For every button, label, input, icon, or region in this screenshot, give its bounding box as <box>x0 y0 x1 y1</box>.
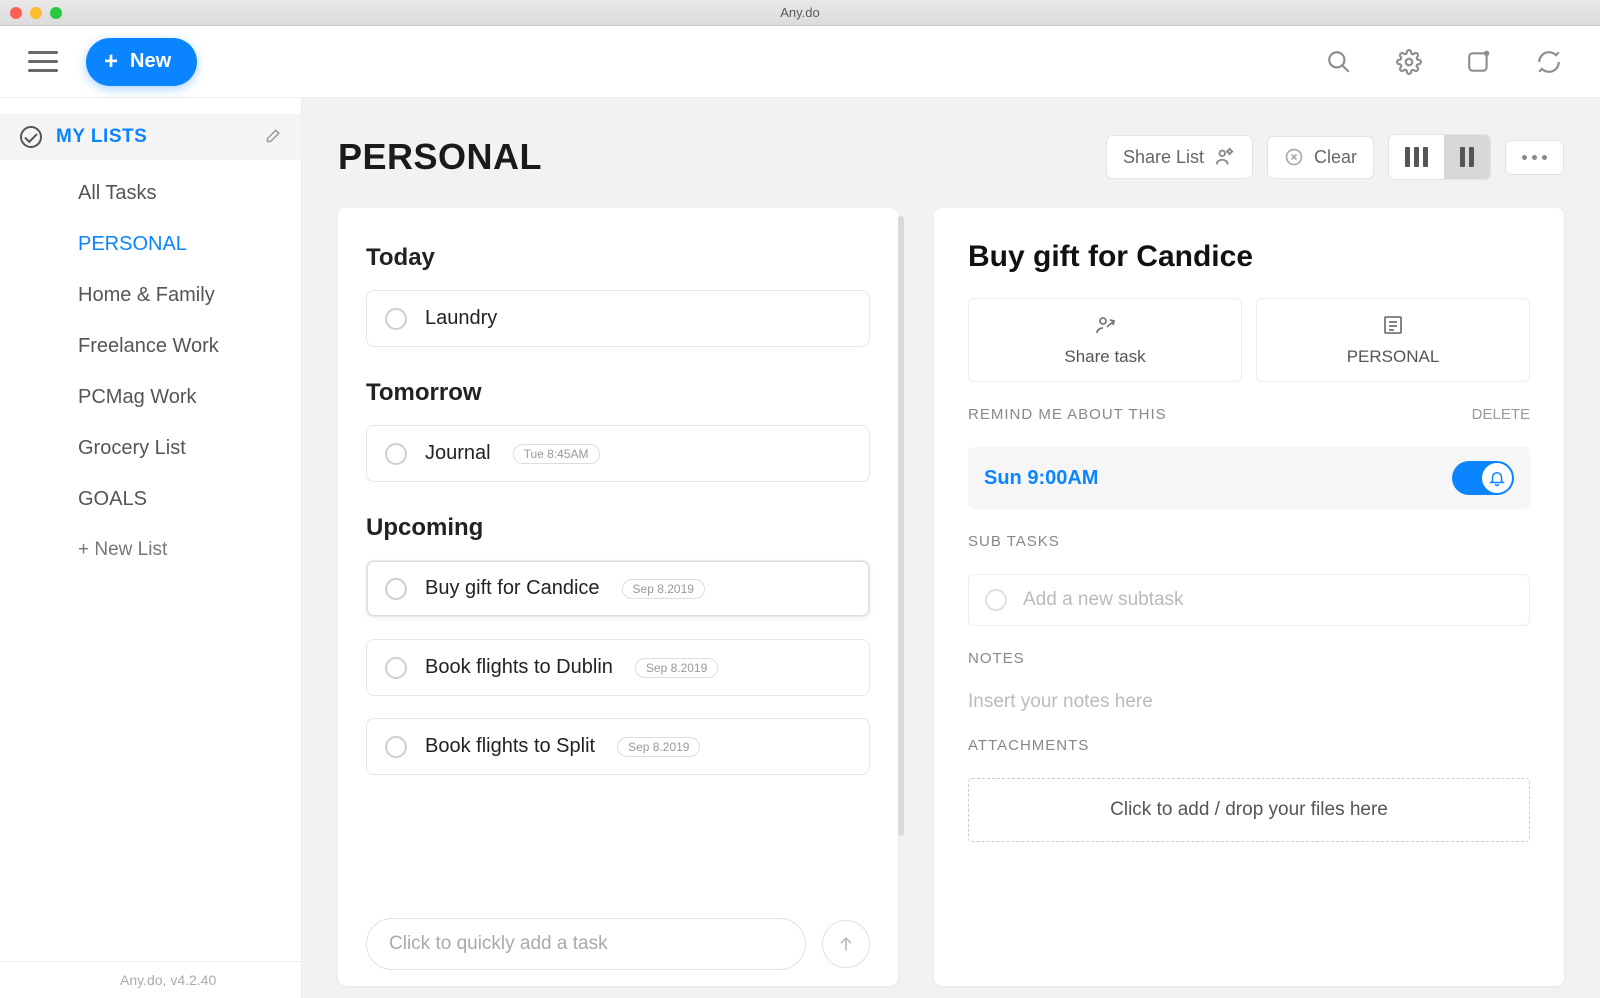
sidebar-section-mylists[interactable]: MY LISTS <box>0 114 301 160</box>
reminder-time: Sun 9:00AM <box>984 467 1098 490</box>
share-people-icon <box>1214 146 1236 168</box>
task-label: Buy gift for Candice <box>425 577 600 600</box>
delete-task-button[interactable]: DELETE <box>1472 406 1530 423</box>
quick-add-input[interactable]: Click to quickly add a task <box>366 918 806 970</box>
view-mode-switch <box>1388 134 1491 180</box>
task-checkbox[interactable] <box>385 657 407 679</box>
reminder-row[interactable]: Sun 9:00AM <box>968 447 1530 509</box>
sidebar: MY LISTS All Tasks PERSONAL Home & Famil… <box>0 98 302 998</box>
subtask-checkbox[interactable] <box>985 589 1007 611</box>
task-label: Book flights to Split <box>425 735 595 758</box>
topbar: + New <box>0 26 1600 98</box>
subtask-input[interactable] <box>1023 589 1513 611</box>
view-three-columns[interactable] <box>1389 135 1444 179</box>
notifications-icon[interactable] <box>1466 49 1492 75</box>
task-row[interactable]: Book flights to Split Sep 8.2019 <box>366 718 870 775</box>
sidebar-item-personal[interactable]: PERSONAL <box>0 219 301 270</box>
attachments-label: ATTACHMENTS <box>968 737 1530 754</box>
add-subtask-row[interactable] <box>968 574 1530 626</box>
plus-icon: + <box>104 50 118 74</box>
page-title: PERSONAL <box>338 136 542 178</box>
clear-button[interactable]: Clear <box>1267 136 1374 179</box>
list-icon <box>1380 313 1406 337</box>
task-row[interactable]: Book flights to Dublin Sep 8.2019 <box>366 639 870 696</box>
reminder-toggle[interactable] <box>1452 461 1514 495</box>
quick-add-submit[interactable] <box>822 920 870 968</box>
more-options-button[interactable] <box>1505 140 1564 175</box>
clear-label: Clear <box>1314 147 1357 168</box>
sidebar-item-all-tasks[interactable]: All Tasks <box>0 168 301 219</box>
task-row[interactable]: Journal Tue 8:45AM <box>366 425 870 482</box>
task-label: Journal <box>425 442 491 465</box>
share-list-label: Share List <box>1123 147 1204 168</box>
sidebar-new-list[interactable]: + New List <box>0 525 301 575</box>
main-pane: PERSONAL Share List Clear <box>302 98 1600 998</box>
task-label: Laundry <box>425 307 497 330</box>
edit-lists-icon[interactable] <box>263 128 281 146</box>
task-checkbox[interactable] <box>385 308 407 330</box>
minimize-window-button[interactable] <box>30 7 42 19</box>
window-title: Any.do <box>0 5 1600 20</box>
search-icon[interactable] <box>1326 49 1352 75</box>
share-task-label: Share task <box>1064 347 1145 367</box>
task-checkbox[interactable] <box>385 443 407 465</box>
list-tile-label: PERSONAL <box>1347 347 1440 367</box>
task-row[interactable]: Laundry <box>366 290 870 347</box>
notes-label: NOTES <box>968 650 1530 667</box>
new-button[interactable]: + New <box>86 38 197 86</box>
subtasks-label: SUB TASKS <box>968 533 1530 550</box>
section-today-title: Today <box>366 244 870 272</box>
check-circle-icon <box>20 126 42 148</box>
bell-icon <box>1482 463 1512 493</box>
task-date-chip: Sep 8.2019 <box>617 737 700 757</box>
share-task-tile[interactable]: Share task <box>968 298 1242 382</box>
close-window-button[interactable] <box>10 7 22 19</box>
maximize-window-button[interactable] <box>50 7 62 19</box>
sync-icon[interactable] <box>1536 49 1562 75</box>
window-titlebar: Any.do <box>0 0 1600 26</box>
more-horizontal-icon <box>1522 155 1547 160</box>
clear-x-icon <box>1284 147 1304 167</box>
task-checkbox[interactable] <box>385 736 407 758</box>
section-upcoming-title: Upcoming <box>366 514 870 542</box>
remind-label: REMIND ME ABOUT THIS <box>968 406 1167 423</box>
task-label: Book flights to Dublin <box>425 656 613 679</box>
attachments-dropzone[interactable]: Click to add / drop your files here <box>968 778 1530 842</box>
task-date-chip: Sep 8.2019 <box>622 579 705 599</box>
list-tile[interactable]: PERSONAL <box>1256 298 1530 382</box>
settings-gear-icon[interactable] <box>1396 49 1422 75</box>
new-button-label: New <box>130 50 171 73</box>
sidebar-item-home-family[interactable]: Home & Family <box>0 270 301 321</box>
share-list-button[interactable]: Share List <box>1106 135 1253 179</box>
sidebar-list: All Tasks PERSONAL Home & Family Freelan… <box>0 160 301 575</box>
sidebar-item-freelance[interactable]: Freelance Work <box>0 321 301 372</box>
menu-toggle-button[interactable] <box>28 47 58 77</box>
traffic-lights <box>10 7 62 19</box>
tasks-panel: Today Laundry Tomorrow Journal Tue 8:45A… <box>338 208 898 986</box>
task-checkbox[interactable] <box>385 578 407 600</box>
sidebar-item-goals[interactable]: GOALS <box>0 474 301 525</box>
app-version: Any.do, v4.2.40 <box>0 961 301 998</box>
detail-title: Buy gift for Candice <box>968 240 1530 274</box>
task-date-chip: Sep 8.2019 <box>635 658 718 678</box>
sidebar-header-label: MY LISTS <box>56 126 249 148</box>
sidebar-item-pcmag[interactable]: PCMag Work <box>0 372 301 423</box>
task-detail-panel: Buy gift for Candice Share task <box>934 208 1564 986</box>
arrow-up-icon <box>836 934 856 954</box>
task-time-chip: Tue 8:45AM <box>513 444 600 464</box>
share-user-icon <box>1091 313 1119 337</box>
section-tomorrow-title: Tomorrow <box>366 379 870 407</box>
notes-input[interactable]: Insert your notes here <box>968 691 1530 713</box>
sidebar-item-grocery[interactable]: Grocery List <box>0 423 301 474</box>
task-row[interactable]: Buy gift for Candice Sep 8.2019 <box>366 560 870 617</box>
view-two-columns[interactable] <box>1444 135 1490 179</box>
